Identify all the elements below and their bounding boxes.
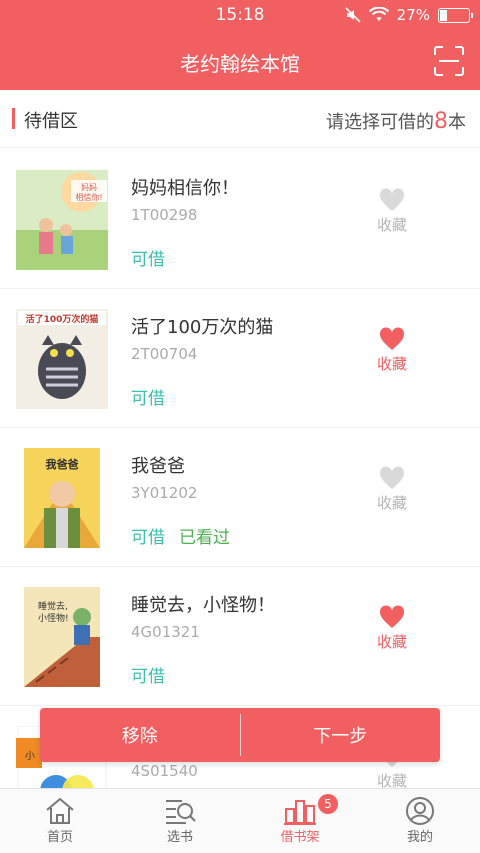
book-item[interactable]: 活了100万次的猫 活了100万次的猫 2T00704 可借 收藏 <box>0 289 480 428</box>
book-cover: 活了100万次的猫 <box>16 309 108 409</box>
tab-select-books-label: 选书 <box>166 830 193 845</box>
section-header: 待借区 请选择可借的8本 <box>0 90 480 148</box>
cover-title-1: 妈妈 <box>81 182 97 192</box>
search-list-icon <box>166 800 196 824</box>
favorite-label: 收藏 <box>376 633 407 651</box>
seen-tag: 已看过 <box>179 528 230 548</box>
cover-title: 小 <box>25 750 35 762</box>
section-accent <box>12 108 15 129</box>
svg-text:相信你!: 相信你! <box>75 192 102 202</box>
tab-home-label: 首页 <box>46 830 73 845</box>
bottom-tab-bar: 首页 选书 借书架 我的 5 <box>0 788 480 853</box>
svg-text:睡觉去,: 睡觉去, <box>38 600 68 612</box>
home-icon <box>46 797 74 824</box>
next-step-button[interactable]: 下一步 <box>241 708 441 762</box>
status-icons: 27% <box>345 6 473 24</box>
book-title: 我爸爸 <box>131 456 185 477</box>
book-code: 3Y01202 <box>131 484 198 502</box>
book-cover: 妈妈 相信你! <box>16 170 108 270</box>
book-title: 睡觉去，小怪物！ <box>131 595 275 616</box>
tab-home[interactable]: 首页 <box>0 789 120 853</box>
favorite-label: 收藏 <box>376 494 407 512</box>
book-code: 4S01540 <box>131 762 198 780</box>
bookshelf-icon <box>284 800 316 825</box>
hint-suffix: 本 <box>448 112 466 133</box>
favorite-button[interactable]: 收藏 <box>372 188 412 235</box>
heart-icon <box>379 327 405 350</box>
heart-icon <box>379 188 405 211</box>
selection-hint: 请选择可借的8本 <box>326 108 466 134</box>
bookshelf-count-badge: 5 <box>318 794 338 814</box>
battery-icon <box>438 7 473 23</box>
book-item[interactable]: 我爸爸 我爸爸 3Y01202 可借 已看过 收藏 <box>0 428 480 567</box>
svg-text:小怪物!: 小怪物! <box>38 612 69 624</box>
svg-text:我爸爸: 我爸爸 <box>46 457 79 471</box>
favorite-button[interactable]: 收藏 <box>372 466 412 513</box>
favorite-label: 收藏 <box>376 216 407 234</box>
book-title: 妈妈相信你！ <box>131 178 239 199</box>
book-code: 1T00298 <box>131 206 198 224</box>
book-tags: 可借 <box>131 662 165 687</box>
battery-level <box>440 9 447 21</box>
available-tag: 可借 <box>131 389 165 409</box>
hint-prefix: 请选择可借的 <box>326 112 434 133</box>
battery-percent: 27% <box>396 6 430 24</box>
available-tag: 可借 <box>131 250 165 270</box>
status-bar: 15:18 27% <box>0 0 480 32</box>
tab-bookshelf[interactable]: 借书架 <box>240 789 360 853</box>
available-tag: 可借 <box>131 528 165 548</box>
page-title: 老约翰绘本馆 <box>180 52 300 76</box>
remove-button[interactable]: 移除 <box>40 708 240 762</box>
favorite-label: 收藏 <box>376 355 407 373</box>
book-tags: 可借 已看过 <box>131 523 230 548</box>
heart-icon <box>379 605 405 628</box>
mute-icon <box>345 7 361 23</box>
favorite-button[interactable]: 收藏 <box>372 605 412 652</box>
favorite-button[interactable]: 收藏 <box>372 327 412 374</box>
tab-bookshelf-label: 借书架 <box>280 830 320 845</box>
available-tag: 可借 <box>131 667 165 687</box>
hint-count: 8 <box>434 109 448 134</box>
heart-icon <box>379 466 405 489</box>
book-cover: 睡觉去, 小怪物! <box>24 587 100 687</box>
book-title: 活了100万次的猫 <box>131 317 274 338</box>
book-tags: 可借 <box>131 384 165 409</box>
book-item[interactable]: 睡觉去, 小怪物! 睡觉去，小怪物！ 4G01321 可借 收藏 <box>0 567 480 706</box>
wifi-icon <box>368 7 389 21</box>
tab-mine[interactable]: 我的 <box>360 789 480 853</box>
book-code: 2T00704 <box>131 345 198 363</box>
svg-text:活了100万次的猫: 活了100万次的猫 <box>26 313 99 325</box>
tab-select-books[interactable]: 选书 <box>120 789 240 853</box>
section-title: 待借区 <box>24 111 78 132</box>
profile-icon <box>406 797 434 825</box>
title-bar: 老约翰绘本馆 <box>0 32 480 90</box>
tab-mine-label: 我的 <box>406 830 433 845</box>
book-item[interactable]: 妈妈 相信你! 妈妈相信你！ 1T00298 可借 收藏 <box>0 150 480 289</box>
action-bar: 移除 下一步 <box>40 708 440 762</box>
scan-icon[interactable] <box>434 46 464 76</box>
book-code: 4G01321 <box>131 623 200 641</box>
book-cover: 我爸爸 <box>24 448 100 548</box>
book-tags: 可借 <box>131 245 165 270</box>
